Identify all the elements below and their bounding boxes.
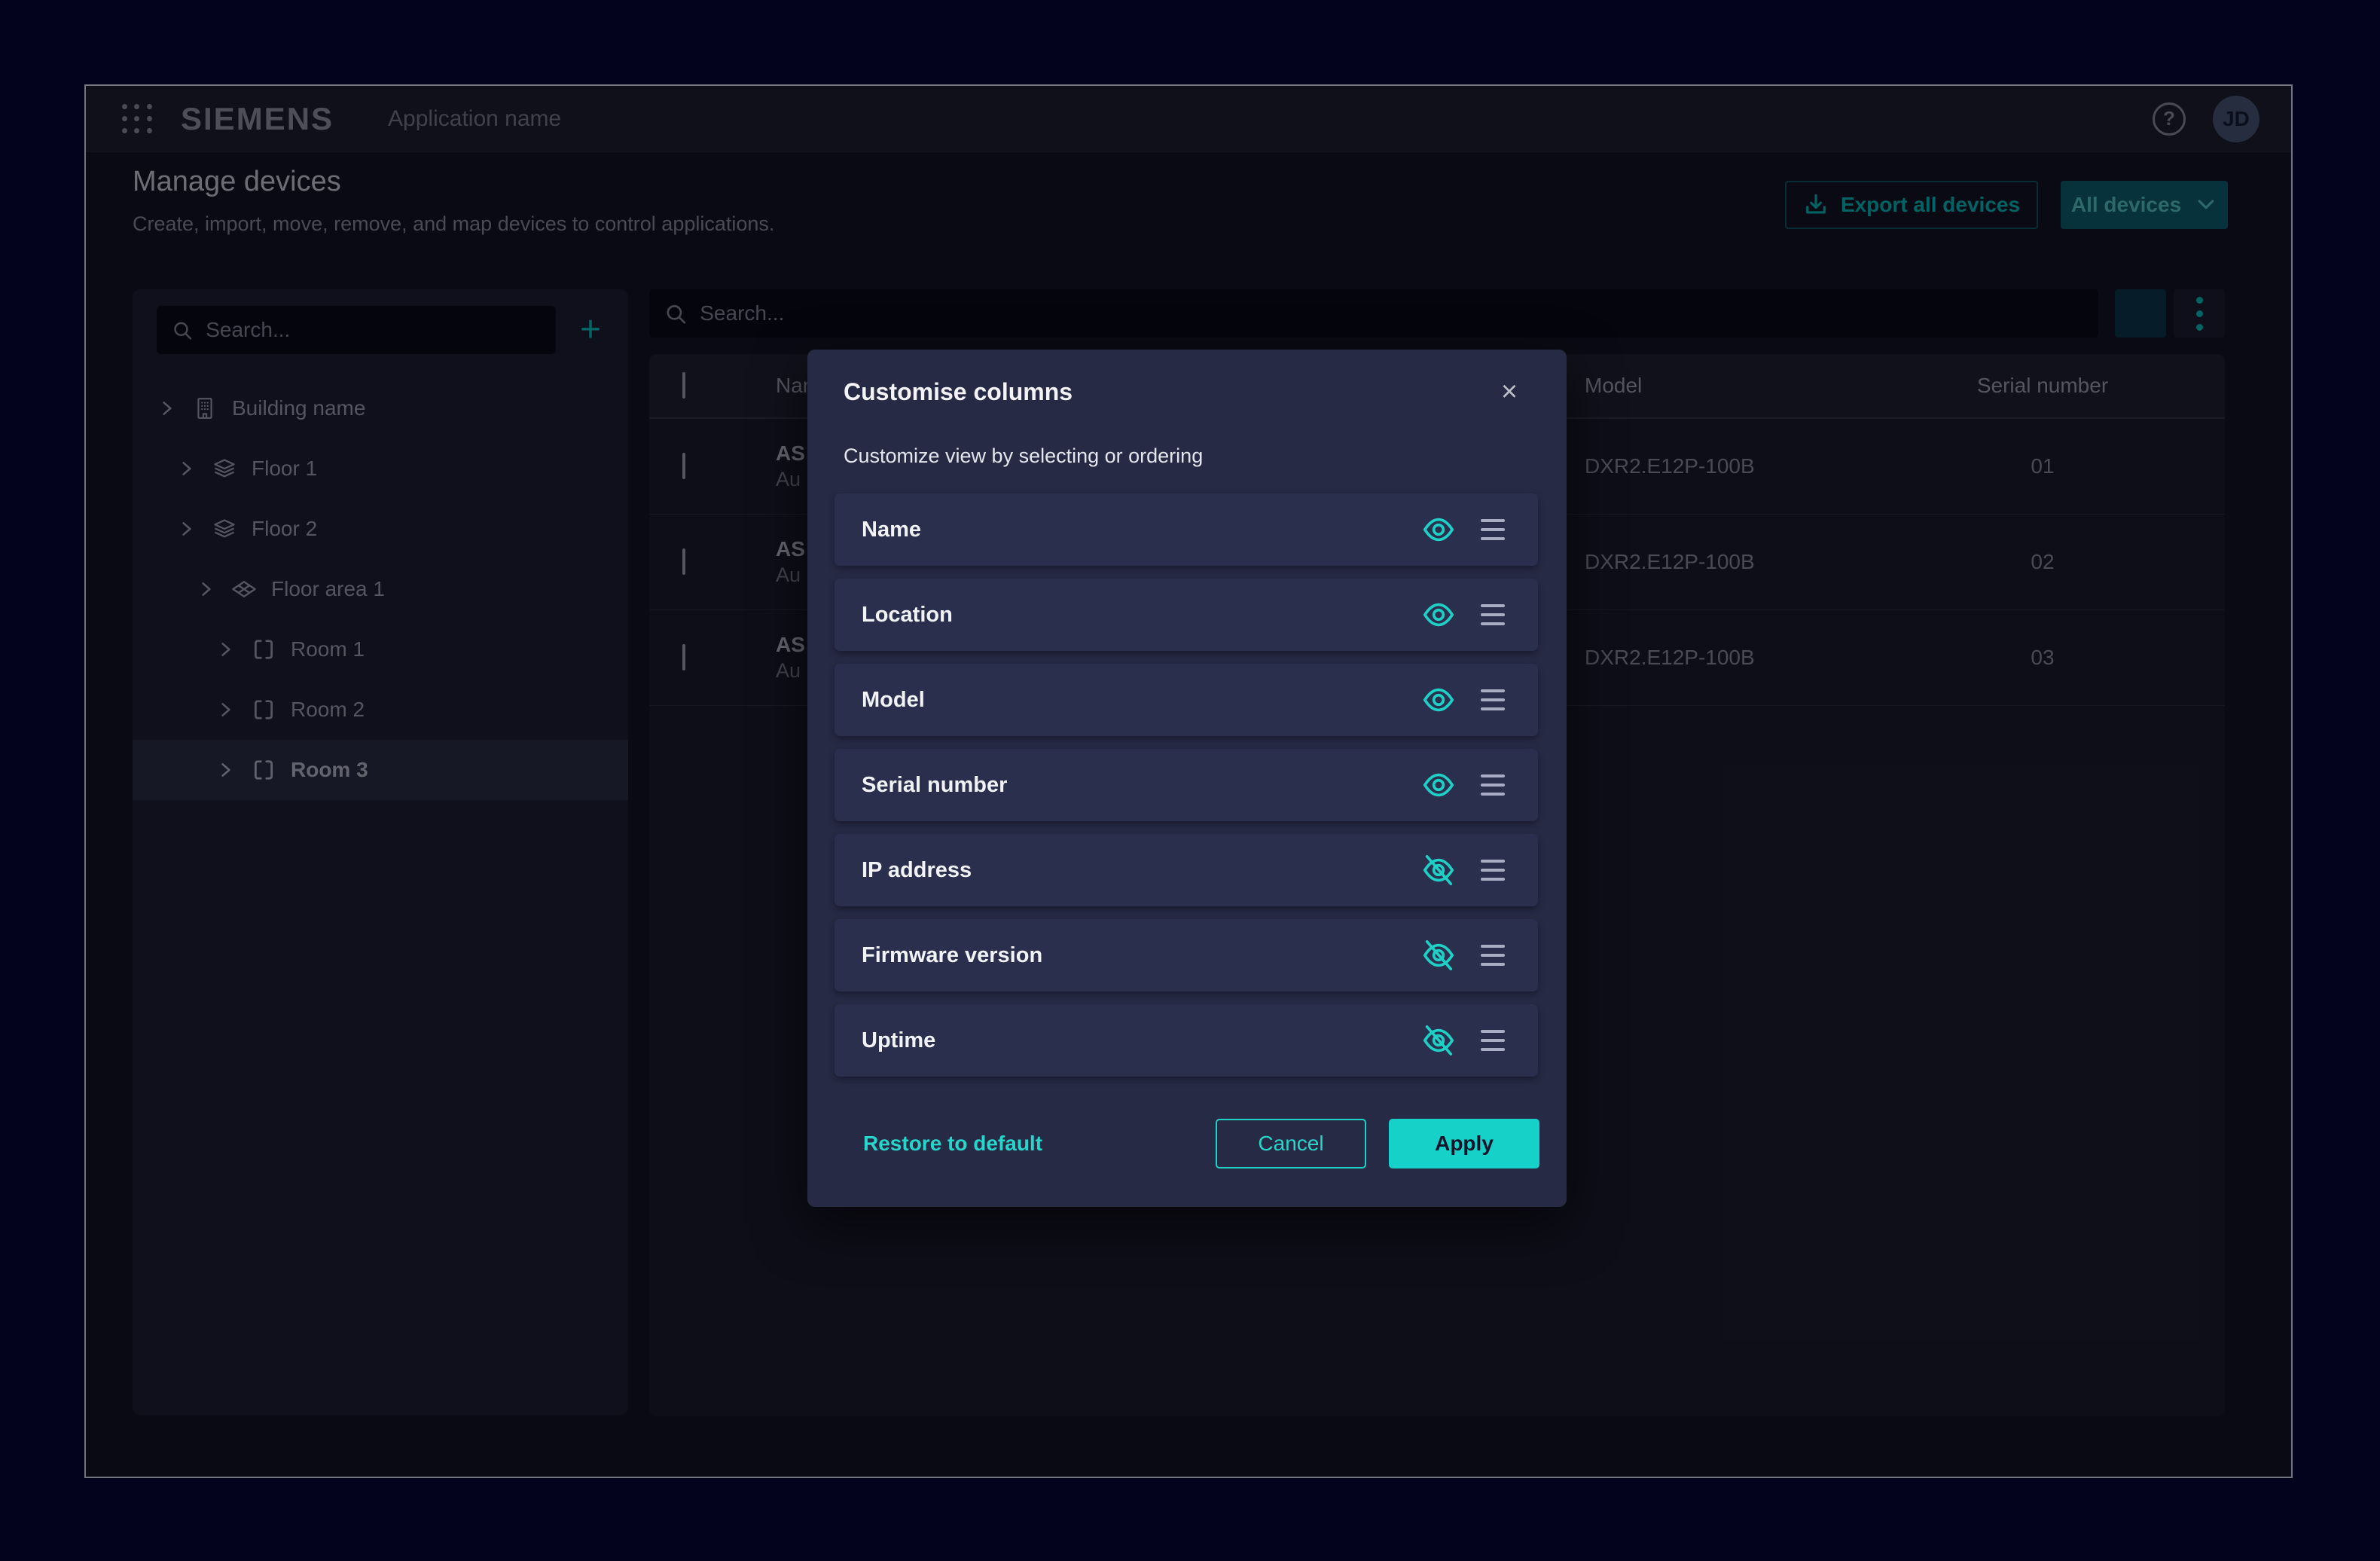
drag-handle-icon[interactable] [1470, 594, 1515, 636]
column-item-label: Name [862, 518, 1417, 542]
visibility-on-icon[interactable] [1417, 509, 1460, 551]
restore-to-default-button[interactable]: Restore to default [863, 1132, 1042, 1156]
visibility-on-icon[interactable] [1417, 594, 1460, 636]
apply-button[interactable]: Apply [1389, 1119, 1539, 1168]
drag-handle-icon[interactable] [1470, 764, 1515, 806]
column-item-name[interactable]: Name [835, 493, 1538, 566]
drag-handle-icon[interactable] [1470, 934, 1515, 976]
customise-columns-modal: Customise columns × Customize view by se… [807, 350, 1567, 1207]
column-item-location[interactable]: Location [835, 579, 1538, 651]
column-item-label: Firmware version [862, 943, 1417, 968]
close-icon[interactable]: × [1493, 375, 1526, 408]
visibility-off-icon[interactable] [1417, 934, 1460, 976]
visibility-off-icon[interactable] [1417, 1019, 1460, 1062]
column-item-uptime[interactable]: Uptime [835, 1004, 1538, 1077]
column-item-label: Uptime [862, 1028, 1417, 1053]
column-item-serial-number[interactable]: Serial number [835, 749, 1538, 821]
column-item-model[interactable]: Model [835, 664, 1538, 736]
column-item-ip-address[interactable]: IP address [835, 834, 1538, 906]
cancel-button[interactable]: Cancel [1216, 1119, 1366, 1168]
drag-handle-icon[interactable] [1470, 1019, 1515, 1062]
drag-handle-icon[interactable] [1470, 849, 1515, 891]
visibility-on-icon[interactable] [1417, 764, 1460, 806]
modal-title: Customise columns [844, 378, 1073, 406]
visibility-on-icon[interactable] [1417, 679, 1460, 721]
drag-handle-icon[interactable] [1470, 509, 1515, 551]
drag-handle-icon[interactable] [1470, 679, 1515, 721]
modal-subtitle: Customize view by selecting or ordering [844, 444, 1203, 468]
column-item-label: Model [862, 688, 1417, 713]
column-item-firmware-version[interactable]: Firmware version [835, 919, 1538, 991]
column-item-label: Serial number [862, 773, 1417, 798]
column-item-label: IP address [862, 858, 1417, 883]
visibility-off-icon[interactable] [1417, 849, 1460, 891]
column-item-label: Location [862, 603, 1417, 628]
